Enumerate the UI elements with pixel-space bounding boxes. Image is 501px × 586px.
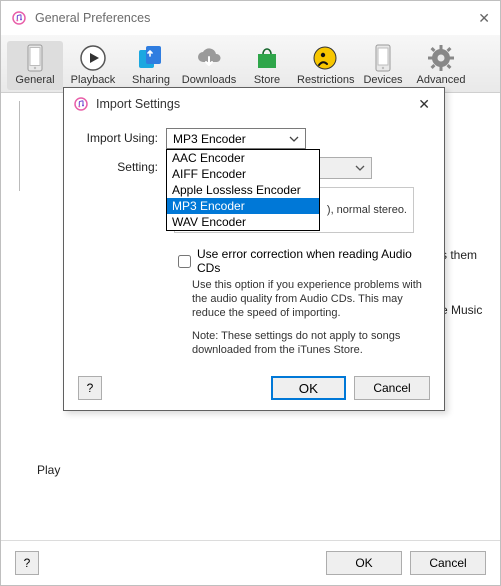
play-icon: [65, 43, 121, 73]
app-icon: [74, 97, 88, 111]
gear-icon: [413, 43, 469, 73]
ok-button[interactable]: OK: [326, 551, 402, 575]
details-visible-text: ), normal stereo.: [327, 204, 413, 216]
tab-label: Store: [239, 74, 295, 86]
window-title: General Preferences: [35, 11, 460, 25]
import-using-select[interactable]: MP3 Encoder AAC Encoder AIFF Encoder App…: [166, 128, 306, 149]
dialog-title: Import Settings: [96, 97, 180, 111]
tab-label: Sharing: [123, 74, 179, 86]
encoder-option-wav[interactable]: WAV Encoder: [167, 214, 319, 230]
bg-label-play: Play: [37, 463, 60, 477]
sharing-icon: [123, 43, 179, 73]
dialog-help-button[interactable]: ?: [78, 376, 102, 400]
preferences-toolbar: General Playback Sharing Downloads Store…: [1, 35, 500, 93]
import-using-value: MP3 Encoder: [173, 132, 246, 146]
setting-label: Setting:: [80, 157, 166, 174]
dialog-ok-button[interactable]: OK: [271, 376, 346, 400]
chevron-down-icon: [355, 165, 365, 171]
tab-playback[interactable]: Playback: [65, 41, 121, 90]
error-correction-checkbox[interactable]: [178, 255, 191, 268]
tab-restrictions[interactable]: Restrictions: [297, 41, 353, 90]
cloud-download-icon: [181, 43, 237, 73]
error-correction-help: Use this option if you experience proble…: [192, 279, 432, 320]
error-correction-label: Use error correction when reading Audio …: [197, 247, 428, 275]
close-icon[interactable]: ✕: [414, 96, 434, 113]
bg-text-fragment: s them: [441, 248, 477, 262]
tab-label: General: [7, 74, 63, 86]
tab-label: Restrictions: [297, 74, 353, 86]
encoder-option-aac[interactable]: AAC Encoder: [167, 150, 319, 166]
import-using-dropdown: AAC Encoder AIFF Encoder Apple Lossless …: [166, 149, 320, 231]
app-icon: [11, 10, 27, 26]
decorative-line: [19, 101, 31, 191]
bg-text-fragment: e Music: [441, 303, 482, 317]
tab-downloads[interactable]: Downloads: [181, 41, 237, 90]
phone-icon: [7, 43, 63, 73]
tab-label: Playback: [65, 74, 121, 86]
tab-devices[interactable]: Devices: [355, 41, 411, 90]
dialog-cancel-button[interactable]: Cancel: [354, 376, 430, 400]
encoder-option-mp3[interactable]: MP3 Encoder: [167, 198, 319, 214]
tab-advanced[interactable]: Advanced: [413, 41, 469, 90]
encoder-option-lossless[interactable]: Apple Lossless Encoder: [167, 182, 319, 198]
window-footer: ? OK Cancel: [1, 540, 500, 585]
tab-sharing[interactable]: Sharing: [123, 41, 179, 90]
chevron-down-icon: [289, 136, 299, 142]
device-icon: [355, 43, 411, 73]
store-icon: [239, 43, 295, 73]
tab-label: Advanced: [413, 74, 469, 86]
restrictions-icon: [297, 43, 353, 73]
close-icon[interactable]: ✕: [460, 10, 490, 27]
encoder-option-aiff[interactable]: AIFF Encoder: [167, 166, 319, 182]
tab-label: Devices: [355, 74, 411, 86]
store-note: Note: These settings do not apply to son…: [192, 330, 432, 358]
dialog-titlebar: Import Settings ✕: [64, 88, 444, 120]
help-button[interactable]: ?: [15, 551, 39, 575]
import-using-label: Import Using:: [80, 128, 166, 145]
window-titlebar: General Preferences ✕: [1, 1, 500, 35]
tab-store[interactable]: Store: [239, 41, 295, 90]
import-settings-dialog: Import Settings ✕ Import Using: MP3 Enco…: [63, 87, 445, 411]
tab-general[interactable]: General: [7, 41, 63, 90]
tab-label: Downloads: [181, 74, 237, 86]
dialog-footer: ? OK Cancel: [64, 366, 444, 410]
cancel-button[interactable]: Cancel: [410, 551, 486, 575]
